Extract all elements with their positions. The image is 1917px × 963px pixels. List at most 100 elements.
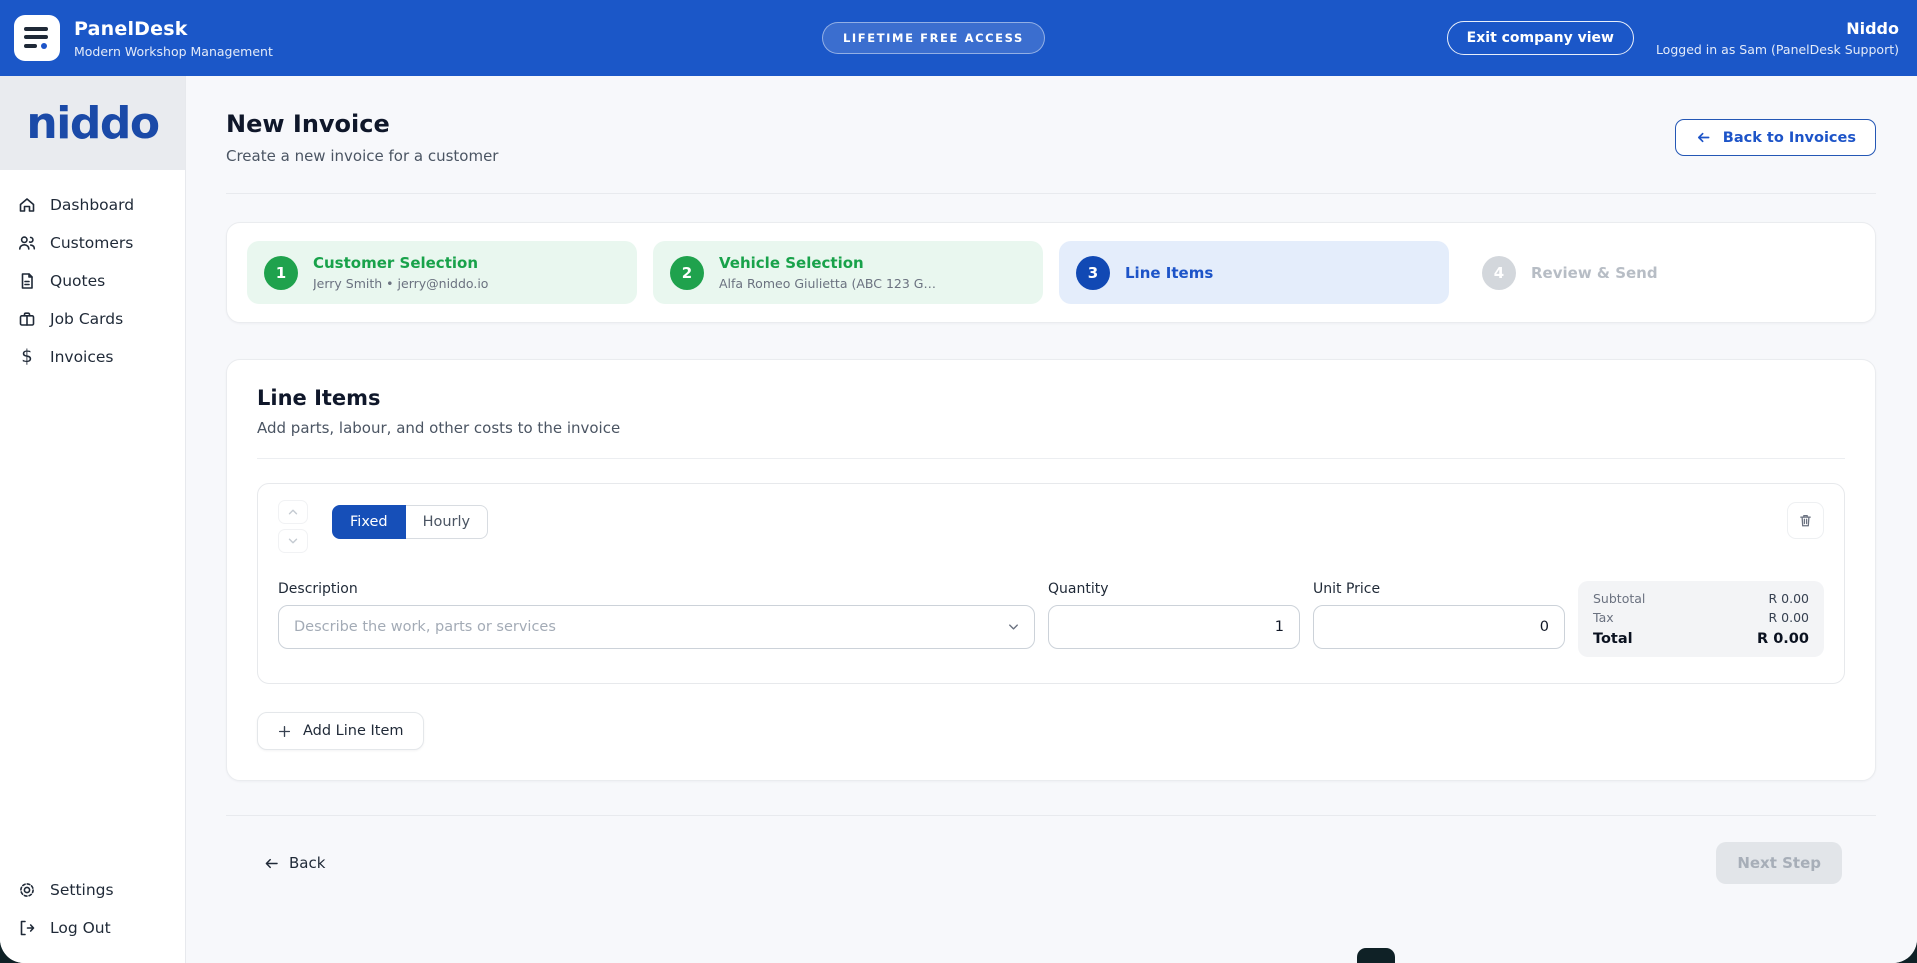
back-step-label: Back (289, 854, 325, 872)
step-indicator: 1 Customer Selection Jerry Smith • jerry… (247, 241, 1855, 304)
description-input[interactable] (278, 605, 1035, 649)
description-label: Description (278, 581, 1035, 597)
step-subtitle: Alfa Romeo Giulietta (ABC 123 G… (719, 276, 936, 291)
niddo-logo: niddo (0, 76, 185, 170)
app-tagline: Modern Workshop Management (74, 44, 273, 59)
home-icon (17, 195, 37, 215)
sidebar-item-log-out[interactable]: Log Out (0, 909, 185, 947)
add-line-item-label: Add Line Item (303, 723, 404, 739)
sidebar-item-quotes[interactable]: Quotes (0, 262, 185, 300)
main-content: New Invoice Create a new invoice for a c… (186, 76, 1917, 963)
step-number-badge: 3 (1076, 256, 1110, 290)
subtotal-row: Subtotal R 0.00 (1593, 591, 1809, 606)
exit-company-view-button[interactable]: Exit company view (1447, 21, 1634, 55)
logo-bar (24, 44, 37, 48)
sidebar-item-dashboard[interactable]: Dashboard (0, 186, 185, 224)
sidebar: niddo Dashboard Customers (0, 76, 186, 963)
rate-type-fixed-button[interactable]: Fixed (332, 505, 406, 539)
company-name: Niddo (1656, 19, 1899, 38)
logo-row (24, 43, 50, 49)
arrow-left-icon (1695, 129, 1712, 146)
app-name: PanelDesk (74, 18, 273, 40)
move-up-button[interactable] (278, 500, 308, 524)
reorder-controls (278, 500, 308, 553)
sidebar-item-job-cards[interactable]: Job Cards (0, 300, 185, 338)
step-line-items[interactable]: 3 Line Items (1059, 241, 1449, 304)
subtotal-label: Subtotal (1593, 591, 1645, 606)
tax-value: R 0.00 (1769, 610, 1810, 625)
logo-bar (24, 27, 48, 31)
step-subtitle: Jerry Smith • jerry@niddo.io (313, 276, 488, 291)
next-step-button[interactable]: Next Step (1716, 842, 1842, 884)
sidebar-item-customers[interactable]: Customers (0, 224, 185, 262)
page-subtitle: Create a new invoice for a customer (226, 147, 498, 165)
step-number-badge: 2 (670, 256, 704, 290)
wizard-footer: Back Next Step (226, 815, 1876, 884)
line-items-card: Line Items Add parts, labour, and other … (226, 359, 1876, 781)
move-down-button[interactable] (278, 529, 308, 553)
dollar-icon: $ (17, 347, 37, 367)
quantity-input[interactable] (1048, 605, 1300, 649)
step-title: Line Items (1125, 264, 1213, 282)
sidebar-item-label: Log Out (50, 919, 111, 937)
subtotal-value: R 0.00 (1769, 591, 1810, 606)
logo-bar (24, 35, 48, 39)
tax-row: Tax R 0.00 (1593, 610, 1809, 625)
brand: PanelDesk Modern Workshop Management (14, 15, 273, 61)
add-line-item-button[interactable]: Add Line Item (257, 712, 424, 750)
top-header: PanelDesk Modern Workshop Management LIF… (0, 0, 1917, 76)
briefcase-icon (17, 309, 37, 329)
quantity-label: Quantity (1048, 581, 1300, 597)
users-icon (17, 233, 37, 253)
logo-dot (41, 43, 47, 49)
step-title: Customer Selection (313, 254, 488, 272)
header-right: Exit company view Niddo Logged in as Sam… (1447, 19, 1899, 57)
step-review-send[interactable]: 4 Review & Send (1465, 241, 1855, 304)
back-step-button[interactable]: Back (263, 854, 325, 872)
user-block: Niddo Logged in as Sam (PanelDesk Suppor… (1656, 19, 1899, 57)
gear-icon (17, 880, 37, 900)
back-to-invoices-button[interactable]: Back to Invoices (1675, 119, 1876, 156)
document-icon (17, 271, 37, 291)
unit-price-label: Unit Price (1313, 581, 1565, 597)
sidebar-item-label: Dashboard (50, 196, 134, 214)
rate-type-toggle: Fixed Hourly (332, 505, 488, 539)
plus-icon (277, 724, 292, 739)
sidebar-item-label: Quotes (50, 272, 105, 290)
back-to-invoices-label: Back to Invoices (1723, 130, 1856, 146)
step-title: Review & Send (1531, 264, 1658, 282)
total-label: Total (1593, 631, 1633, 647)
page-header: New Invoice Create a new invoice for a c… (226, 110, 1876, 194)
sidebar-nav: Dashboard Customers Quotes (0, 170, 185, 376)
arrow-left-icon (263, 855, 280, 872)
rate-type-hourly-button[interactable]: Hourly (406, 505, 489, 539)
step-vehicle-selection[interactable]: 2 Vehicle Selection Alfa Romeo Giulietta… (653, 241, 1043, 304)
delete-line-item-button[interactable] (1787, 502, 1824, 539)
bottom-toast-corner (1357, 948, 1395, 963)
line-item-row: Fixed Hourly Description (257, 483, 1845, 684)
steps-card: 1 Customer Selection Jerry Smith • jerry… (226, 222, 1876, 323)
sidebar-item-label: Customers (50, 234, 133, 252)
total-row: Total R 0.00 (1593, 631, 1809, 647)
sidebar-item-invoices[interactable]: $ Invoices (0, 338, 185, 376)
divider (257, 458, 1845, 459)
sidebar-item-label: Settings (50, 881, 114, 899)
sidebar-item-settings[interactable]: Settings (0, 871, 185, 909)
unit-price-input[interactable] (1313, 605, 1565, 649)
sidebar-item-label: Invoices (50, 348, 114, 366)
logged-in-text: Logged in as Sam (PanelDesk Support) (1656, 42, 1899, 57)
step-title: Vehicle Selection (719, 254, 936, 272)
app-logo-icon[interactable] (14, 15, 60, 61)
line-items-title: Line Items (257, 386, 1845, 410)
step-customer-selection[interactable]: 1 Customer Selection Jerry Smith • jerry… (247, 241, 637, 304)
page-title: New Invoice (226, 110, 498, 138)
total-value: R 0.00 (1757, 631, 1809, 647)
line-items-subtitle: Add parts, labour, and other costs to th… (257, 419, 1845, 437)
step-number-badge: 1 (264, 256, 298, 290)
logout-icon (17, 918, 37, 938)
line-item-summary: Subtotal R 0.00 Tax R 0.00 Total R 0.00 (1578, 581, 1824, 657)
sidebar-footer: Settings Log Out (0, 863, 185, 963)
app-window: PanelDesk Modern Workshop Management LIF… (0, 0, 1917, 963)
step-number-badge: 4 (1482, 256, 1516, 290)
sidebar-item-label: Job Cards (50, 310, 123, 328)
